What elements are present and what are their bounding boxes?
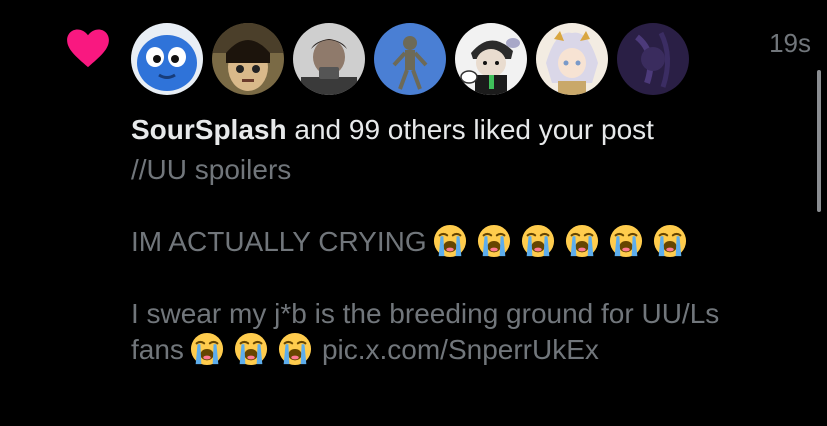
timestamp: 19s bbox=[769, 28, 811, 58]
post-preview[interactable]: //UU spoilers IM ACTUALLY CRYING I swear… bbox=[131, 152, 801, 368]
avatar-blue-cartoon[interactable] bbox=[131, 23, 203, 95]
post-line-2-text: IM ACTUALLY CRYING bbox=[131, 226, 427, 257]
loudly-crying-face-icon bbox=[234, 332, 267, 366]
loudly-crying-face-icon bbox=[565, 224, 598, 258]
avatar-blurred-person[interactable] bbox=[293, 23, 365, 95]
scrollbar[interactable] bbox=[817, 70, 821, 212]
like-headline: SourSplash and 99 others liked your post bbox=[131, 112, 801, 148]
heart-icon bbox=[67, 29, 109, 68]
loudly-crying-face-icon bbox=[653, 224, 686, 258]
like-summary: and 99 others liked your post bbox=[286, 114, 654, 145]
avatar-dark-purple[interactable] bbox=[617, 23, 689, 95]
emoji-row-2 bbox=[184, 332, 312, 366]
avatar-doll-photo[interactable] bbox=[212, 23, 284, 95]
loudly-crying-face-icon bbox=[477, 224, 510, 258]
post-line-2: IM ACTUALLY CRYING bbox=[131, 224, 801, 260]
post-line-1: //UU spoilers bbox=[131, 154, 292, 185]
loudly-crying-face-icon bbox=[521, 224, 554, 258]
liker-username[interactable]: SourSplash bbox=[131, 114, 287, 145]
loudly-crying-face-icon bbox=[190, 332, 223, 366]
post-line-4-text: fans bbox=[131, 334, 184, 365]
emoji-row-1 bbox=[427, 224, 687, 258]
post-line-4: fans pic.x.com/SnperrUkEx bbox=[131, 332, 801, 368]
avatar-anime-character[interactable] bbox=[536, 23, 608, 95]
loudly-crying-face-icon bbox=[433, 224, 466, 258]
loudly-crying-face-icon bbox=[278, 332, 311, 366]
post-line-3: I swear my j*b is the breeding ground fo… bbox=[131, 298, 720, 329]
avatar-drawn-character[interactable] bbox=[455, 23, 527, 95]
loudly-crying-face-icon bbox=[609, 224, 642, 258]
liker-avatars bbox=[131, 23, 689, 95]
post-media-link[interactable]: pic.x.com/SnperrUkEx bbox=[322, 334, 599, 365]
avatar-blue-figure[interactable] bbox=[374, 23, 446, 95]
notification-body[interactable]: SourSplash and 99 others liked your post… bbox=[131, 112, 801, 368]
